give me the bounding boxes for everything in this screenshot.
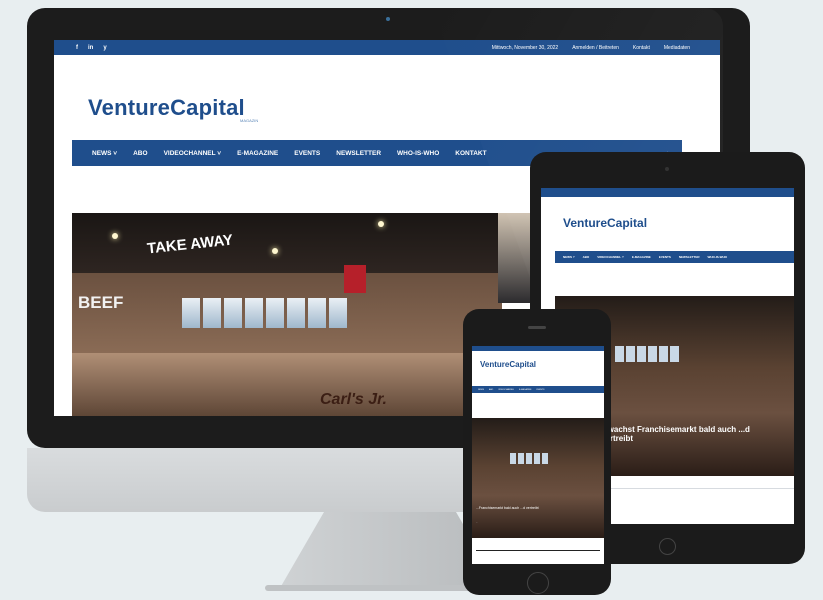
menu-board [203,298,221,328]
menu-boards [182,298,347,328]
menu-board [637,346,646,362]
menu-board [534,453,540,464]
hero-counter [72,353,502,416]
menu-board [615,346,624,362]
site-logo[interactable]: VentureCapital [88,95,245,121]
menu-board [287,298,305,328]
menu-board [542,453,548,464]
login-link[interactable]: Anmelden / Beitreten [572,45,619,51]
nav-item-e-magazine[interactable]: E-MAGAZINE [237,150,278,157]
menu-board [648,346,657,362]
tablet-nav-item[interactable]: VIDEOCHANNEL ˅ [597,255,624,259]
menu-board [266,298,284,328]
ceiling-lamp [272,248,278,254]
twitter-icon[interactable]: y [103,45,106,51]
menu-board [308,298,326,328]
nav-item-who-is-who[interactable]: WHO-IS-WHO [397,150,439,157]
linkedin-icon[interactable]: in [88,45,93,51]
phone-article-meta: ... [476,522,478,524]
tablet-nav-item[interactable]: E-MAGAZINE [632,255,651,259]
menu-board [224,298,242,328]
menu-board [510,453,516,464]
menu-board [659,346,668,362]
top-bar: f in y Mittwoch, November 30, 2022 Anmel… [54,40,720,55]
ceiling-lamp [112,233,118,239]
logo-tagline: MAGAZIN [240,118,259,123]
phone-logo[interactable]: VentureCapital [480,360,536,369]
tablet-logo[interactable]: VentureCapital [563,216,647,230]
home-button[interactable] [527,572,549,594]
monitor-camera [386,17,390,21]
nav-item-kontakt[interactable]: KONTAKT [455,150,486,157]
tablet-nav: NEWS ˅ ABO VIDEOCHANNEL ˅ E-MAGAZINE EVE… [555,251,794,263]
phone-nav-item[interactable]: EVENTS [536,389,544,391]
tablet-nav-item[interactable]: ABO [583,255,590,259]
divider [476,550,600,551]
nav-item-abo[interactable]: ABO [133,150,147,157]
phone-nav-item[interactable]: NEWS [478,389,484,391]
hero-ceiling [72,213,502,273]
menu-board [626,346,635,362]
menu-board [245,298,263,328]
facebook-icon[interactable]: f [76,45,78,51]
phone-nav-item[interactable]: E-MAGAZINE [519,389,531,391]
tablet-top-bar [541,188,794,197]
contact-link[interactable]: Kontakt [633,45,650,51]
phone-nav: NEWS ABO VIDEOCHANNEL E-MAGAZINE EVENTS [472,386,604,393]
nav-item-news[interactable]: NEWS ˅ [92,150,117,157]
counter-brand: Carl's Jr. [320,391,387,408]
phone-nav-item[interactable]: ABO [489,389,493,391]
phone-hero-image[interactable] [472,418,604,538]
current-date: Mittwoch, November 30, 2022 [491,44,559,51]
tablet-camera [665,167,669,171]
tablet-nav-item[interactable]: NEWSLETTER [679,255,700,259]
nav-item-newsletter[interactable]: NEWSLETTER [336,150,381,157]
phone-nav-item[interactable]: VIDEOCHANNEL [498,389,514,391]
menu-board [526,453,532,464]
menu-board [670,346,679,362]
top-bar-links: Mittwoch, November 30, 2022 Anmelden / B… [492,45,690,51]
tablet-headline[interactable]: ...wachst Franchisemarkt bald auch ...d … [601,425,781,443]
red-sign [344,265,366,293]
menu-board [518,453,524,464]
menu-boards [615,346,679,362]
social-links: f in y [76,45,107,51]
menu-boards [510,453,548,464]
menu-board [182,298,200,328]
tablet-nav-item[interactable]: EVENTS [659,255,671,259]
tablet-nav-item[interactable]: NEWS ˅ [563,255,575,259]
beef-sign: BEEF [78,293,124,312]
hero-image[interactable]: TAKE AWAY BEEF Carl's Jr. [72,213,502,416]
phone-top-bar [472,346,604,351]
mediadata-link[interactable]: Mediadaten [664,45,690,51]
nav-item-events[interactable]: EVENTS [294,150,320,157]
home-button[interactable] [659,538,676,555]
phone-speaker [528,326,546,329]
header: VentureCapital MAGAZIN [54,55,720,125]
menu-board [329,298,347,328]
ceiling-lamp [378,221,384,227]
nav-item-videochannel[interactable]: VIDEOCHANNEL ˅ [164,150,222,157]
phone-screen: VentureCapital NEWS ABO VIDEOCHANNEL E-M… [472,346,604,564]
phone-headline[interactable]: ...Franchisemarkt bald auch ...d vertrei… [476,506,600,510]
tablet-nav-item[interactable]: WHO-IS-WHO [708,255,728,259]
